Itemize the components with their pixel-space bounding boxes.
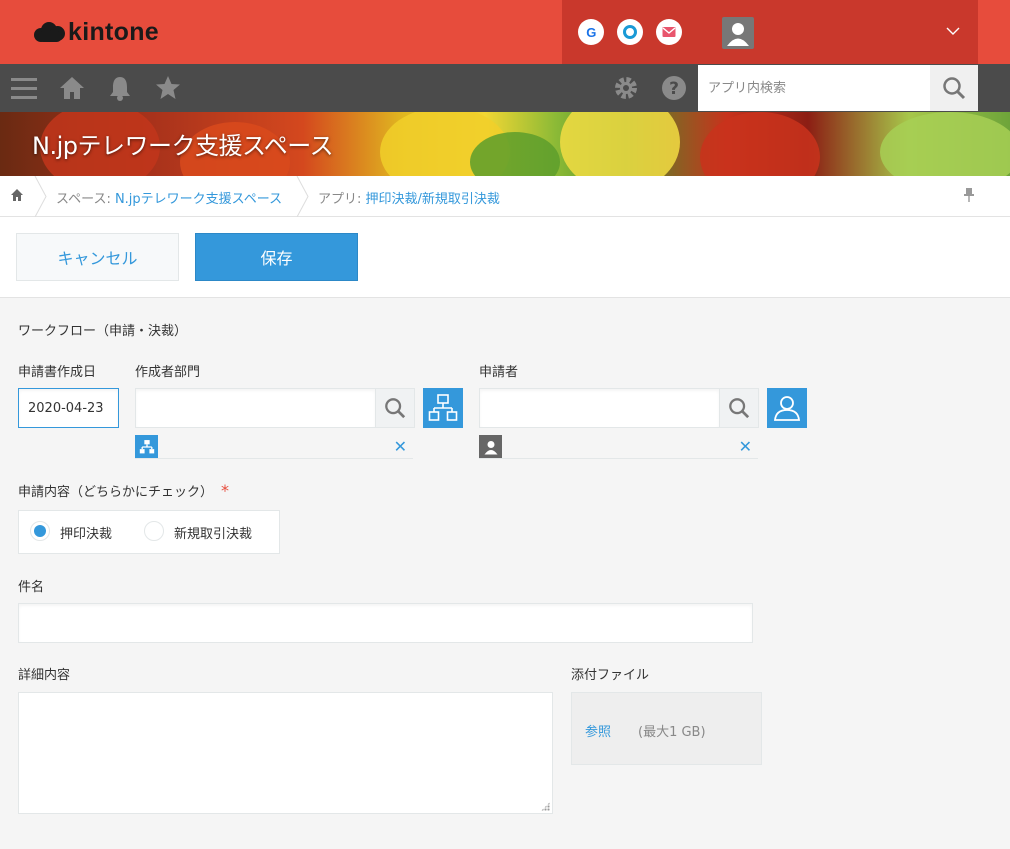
breadcrumb: スペース: N.jpテレワーク支援スペース アプリ: 押印決裁/新規取引決裁 (0, 176, 1010, 217)
radio-seal-approval[interactable] (30, 521, 50, 541)
dept-input[interactable] (135, 388, 376, 428)
kintone-logo[interactable]: kintone (34, 17, 159, 47)
breadcrumb-app-link[interactable]: 押印決裁/新規取引決裁 (366, 192, 500, 207)
menu-icon[interactable] (10, 74, 38, 102)
user-menu[interactable] (698, 0, 978, 64)
org-icon (135, 435, 158, 458)
dept-label: 作成者部門 (135, 365, 201, 380)
notification-bell-icon[interactable] (106, 74, 134, 102)
logo-text: kintone (68, 17, 159, 46)
mail-app-icon[interactable] (655, 19, 682, 45)
action-bar: キャンセル 保存 (0, 217, 1010, 298)
attach-size-limit: (最大1 GB) (638, 725, 706, 740)
detail-label: 詳細内容 (18, 668, 71, 683)
org-picker-button[interactable] (423, 388, 463, 428)
attach-label: 添付ファイル (571, 668, 650, 683)
required-mark: * (221, 481, 230, 500)
resize-handle-icon[interactable] (541, 802, 550, 811)
radio-new-transaction[interactable] (144, 521, 164, 541)
save-button[interactable]: 保存 (195, 233, 358, 281)
breadcrumb-home-icon[interactable] (10, 188, 24, 206)
user-avatar-icon (479, 435, 502, 458)
breadcrumb-space-link[interactable]: N.jpテレワーク支援スペース (115, 192, 282, 207)
space-banner: N.jpテレワーク支援スペース (0, 112, 1010, 176)
home-icon[interactable] (58, 74, 86, 102)
search-icon (943, 77, 966, 100)
space-title: N.jpテレワーク支援スペース (32, 132, 334, 160)
user-icon (774, 396, 800, 421)
radio-label-seal-approval[interactable]: 押印決裁 (60, 523, 112, 542)
user-picker-button[interactable] (767, 388, 807, 428)
search-button[interactable] (930, 65, 978, 111)
settings-gear-icon[interactable] (612, 74, 640, 102)
breadcrumb-app-prefix: アプリ: (318, 192, 366, 207)
org-chart-icon (428, 394, 458, 421)
subject-input[interactable] (18, 603, 753, 643)
radio-label-new-transaction[interactable]: 新規取引決裁 (174, 523, 252, 542)
user-avatar-icon (722, 17, 754, 49)
cloud-logo-icon (34, 21, 66, 43)
date-input[interactable]: 2020-04-23 (18, 388, 119, 428)
google-app-icon[interactable]: G (578, 19, 605, 45)
breadcrumb-separator (34, 176, 47, 217)
applicant-label: 申請者 (479, 365, 519, 380)
remove-applicant-icon[interactable]: ✕ (739, 437, 752, 457)
app-search-input[interactable] (698, 65, 930, 111)
breadcrumb-app: アプリ: 押印決裁/新規取引決裁 (318, 188, 500, 207)
browse-link[interactable]: 参照 (585, 721, 611, 740)
svg-text:?: ? (669, 79, 679, 99)
dept-search-button[interactable] (375, 388, 415, 428)
search-icon (385, 398, 406, 419)
breadcrumb-separator (296, 176, 309, 217)
app-shortcuts: G (562, 0, 698, 64)
favorites-star-icon[interactable] (154, 74, 182, 102)
pin-icon[interactable] (963, 187, 975, 207)
detail-textarea[interactable] (18, 692, 553, 814)
workflow-group-label: ワークフロー（申請・決裁） (18, 324, 188, 339)
attachment-dropzone[interactable]: 参照 (最大1 GB) (571, 692, 762, 765)
remove-dept-icon[interactable]: ✕ (394, 437, 407, 457)
garoon-app-icon[interactable] (616, 19, 643, 45)
search-icon (729, 398, 750, 419)
applicant-input[interactable] (479, 388, 720, 428)
applicant-selected-item: ✕ (479, 435, 758, 459)
cancel-button[interactable]: キャンセル (16, 233, 179, 281)
breadcrumb-space: スペース: N.jpテレワーク支援スペース (56, 188, 282, 207)
help-icon[interactable]: ? (660, 74, 688, 102)
breadcrumb-space-prefix: スペース: (56, 192, 115, 207)
applicant-search-button[interactable] (719, 388, 759, 428)
content-label-text: 申請内容（どちらかにチェック） (18, 485, 214, 500)
content-radio-group: 押印決裁 新規取引決裁 (18, 510, 280, 554)
dept-selected-item: ✕ (135, 435, 413, 459)
chevron-down-icon[interactable] (946, 24, 960, 40)
subject-label: 件名 (18, 580, 45, 595)
content-label: 申請内容（どちらかにチェック） * (18, 481, 229, 500)
date-label: 申請書作成日 (18, 365, 97, 380)
